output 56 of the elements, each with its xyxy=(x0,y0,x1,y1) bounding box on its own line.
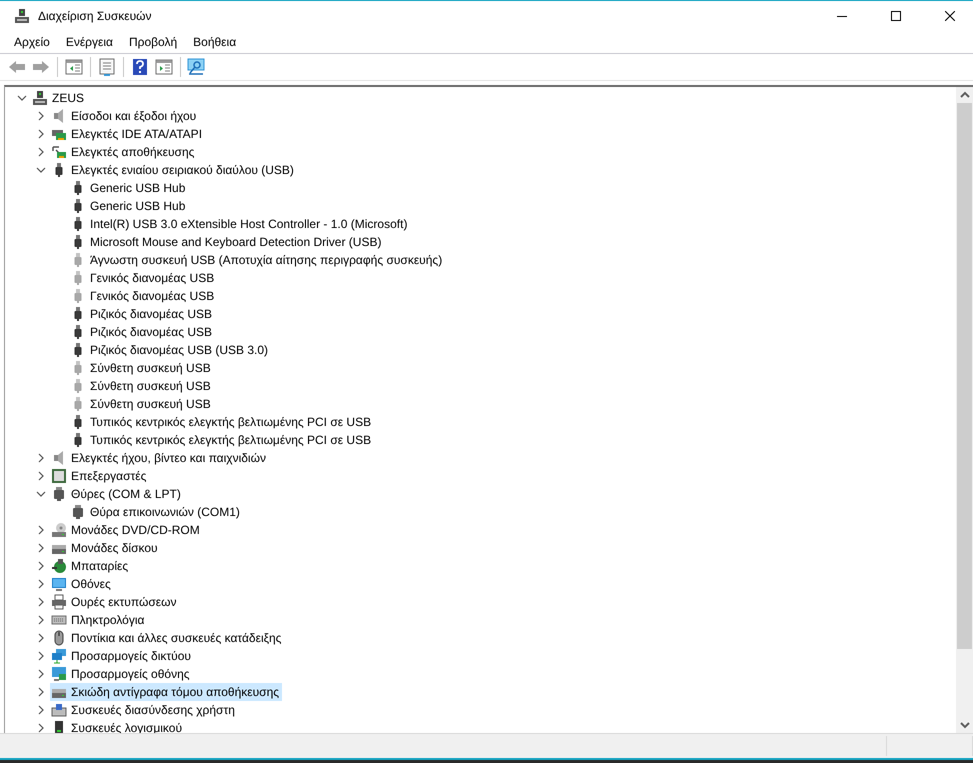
menu-item[interactable]: Ενέργεια xyxy=(58,31,121,53)
tree-item[interactable]: Σκιώδη αντίγραφα τόμου αποθήκευσης xyxy=(50,683,282,701)
tree-item[interactable]: Ελεγκτές ενιαίου σειριακού διαύλου (USB) xyxy=(50,161,297,179)
computer-icon xyxy=(32,90,48,106)
tree-item[interactable]: Μονάδες δίσκου xyxy=(50,539,161,557)
tree-item[interactable]: Ριζικός διανομέας USB (USB 3.0) xyxy=(69,341,272,359)
tree-item[interactable]: Προσαρμογείς οθόνης xyxy=(50,665,193,683)
tree-item[interactable]: Γενικός διανομέας USB xyxy=(69,269,218,287)
tree-item[interactable]: Generic USB Hub xyxy=(69,179,188,197)
menu-item[interactable]: Προβολή xyxy=(120,31,186,53)
monitor-icon xyxy=(51,576,67,592)
port-connector-icon xyxy=(51,486,67,502)
tree-item[interactable]: Ελεγκτές ήχου, βίντεο και παιχνιδιών xyxy=(50,449,269,467)
tree-item[interactable]: Συσκευές διασύνδεσης χρήστη xyxy=(50,701,238,719)
optical-drive-icon xyxy=(51,522,67,538)
tree-item[interactable]: Σύνθετη συσκευή USB xyxy=(69,359,214,377)
tree-item[interactable]: Ελεγκτές αποθήκευσης xyxy=(50,143,198,161)
tree-item[interactable]: Τυπικός κεντρικός ελεγκτής βελτιωμένης PCI σε USB xyxy=(69,431,374,449)
menu-item[interactable]: Βοήθεια xyxy=(185,31,244,53)
device-manager-icon xyxy=(14,8,30,24)
tree-item[interactable]: Προσαρμογείς δικτύου xyxy=(50,647,194,665)
port-connector-icon xyxy=(70,504,86,520)
storage-controller-icon xyxy=(51,144,67,160)
tree-item[interactable]: Σύνθετη συσκευή USB xyxy=(69,395,214,413)
tree-item[interactable]: Τυπικός κεντρικός ελεγκτής βελτιωμένης PCI σε USB xyxy=(69,413,374,431)
printer-icon xyxy=(51,594,67,610)
tree-item[interactable]: Γενικός διανομέας USB xyxy=(69,287,218,305)
tree-item[interactable]: Πληκτρολόγια xyxy=(50,611,148,629)
tree-item[interactable]: ZEUS xyxy=(31,89,88,107)
network-computers-icon xyxy=(51,648,67,664)
tree-item[interactable]: Microsoft Mouse and Keyboard Detection Driver (USB) xyxy=(69,233,384,251)
tree-item[interactable]: Μπαταρίες xyxy=(50,557,132,575)
input-device-icon xyxy=(51,702,67,718)
tree-item[interactable]: Θύρες (COM & LPT) xyxy=(50,485,184,503)
tree-item[interactable]: Οθόνες xyxy=(50,575,114,593)
tree-item[interactable]: Generic USB Hub xyxy=(69,197,188,215)
tree-item[interactable]: Ελεγκτές IDE ATA/ATAPI xyxy=(50,125,206,143)
close-icon[interactable] xyxy=(945,11,955,21)
tree-item[interactable]: Επεξεργαστές xyxy=(50,467,150,485)
tree-item[interactable]: Άγνωστη συσκευή USB (Αποτυχία αίτησης περιγραφής συσκευής) xyxy=(69,251,446,269)
menu-item[interactable]: Αρχείο xyxy=(6,31,58,53)
processor-chip-icon xyxy=(51,468,67,484)
battery-plug-icon xyxy=(51,558,67,574)
tree-item[interactable]: Ουρές εκτυπώσεων xyxy=(50,593,180,611)
tree-item[interactable]: Intel(R) USB 3.0 eXtensible Host Controller - 1.0 (Microsoft) xyxy=(69,215,410,233)
tree-item[interactable]: Θύρα επικοινωνιών (COM1) xyxy=(69,503,243,521)
tree-item[interactable]: Ριζικός διανομέας USB xyxy=(69,323,216,341)
tree-item[interactable]: Είσοδοι και έξοδοι ήχου xyxy=(50,107,200,125)
tree-item[interactable]: Σύνθετη συσκευή USB xyxy=(69,377,214,395)
tree-item[interactable]: Μονάδες DVD/CD-ROM xyxy=(50,521,203,539)
window-title: Διαχείριση Συσκευών xyxy=(38,9,153,23)
tree-item[interactable]: Ριζικός διανομέας USB xyxy=(69,305,216,323)
display-adapter-icon xyxy=(51,666,67,682)
maximize-icon[interactable] xyxy=(891,11,901,21)
tree-item[interactable]: Ποντίκια και άλλες συσκευές κατάδειξης xyxy=(50,629,284,647)
vertical-scrollbar[interactable] xyxy=(956,87,973,733)
